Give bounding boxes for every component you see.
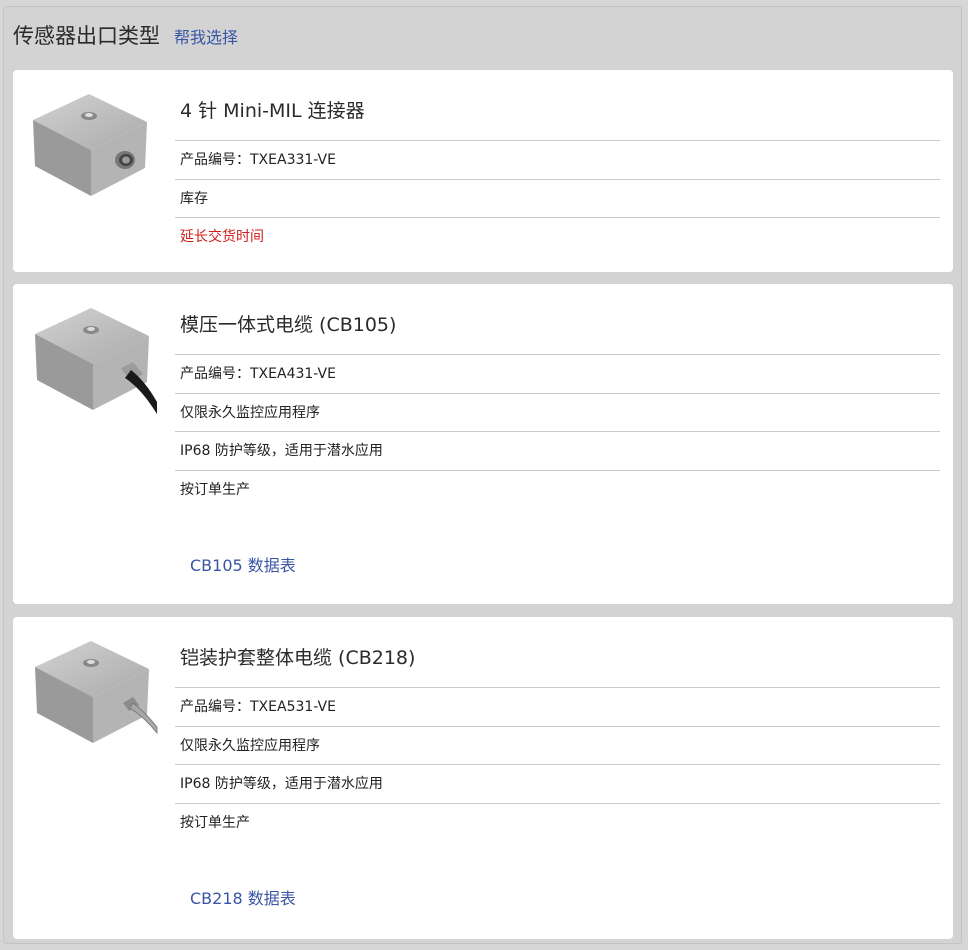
sensor-molded-cable-icon [35,308,157,414]
application-note: 仅限永久监控应用程序 [175,727,940,765]
part-number: 产品编号：TXEA331-VE [175,141,940,180]
page-title: 传感器出口类型 [13,24,160,48]
build-to-order: 按订单生产 [180,481,250,498]
card-details: 模压一体式电缆 (CB105) 产品编号：TXEA431-VE 仅限永久监控应用… [175,284,940,509]
option-card-cb218[interactable]: 铠装护套整体电缆 (CB218) 产品编号：TXEA531-VE 仅限永久监控应… [13,617,953,939]
card-title: 4 针 Mini-MIL 连接器 [175,70,940,141]
application-note: 仅限永久监控应用程序 [175,394,940,432]
cb218-datasheet-link[interactable]: CB218 数据表 [190,885,296,909]
card-title: 模压一体式电缆 (CB105) [175,284,940,355]
part-number: 产品编号：TXEA531-VE [175,688,940,727]
output-type-panel: 传感器出口类型 帮我选择 4 针 Mini-MIL 连接器 产品编号：TXEA3… [3,6,962,944]
ip-rating: IP68 防护等级，适用于潜水应用 [175,432,940,471]
availability: 库存 [175,180,940,218]
sensor-connector-icon [33,94,147,196]
card-title: 铠装护套整体电缆 (CB218) [175,617,940,688]
sensor-armored-cable-icon [35,641,158,743]
panel-header: 传感器出口类型 帮我选择 [13,20,238,54]
build-to-order: 按订单生产 [180,814,250,831]
help-me-choose-link[interactable]: 帮我选择 [174,24,238,48]
ip-rating: IP68 防护等级，适用于潜水应用 [175,765,940,804]
option-card-cb105[interactable]: 模压一体式电缆 (CB105) 产品编号：TXEA431-VE 仅限永久监控应用… [13,284,953,604]
option-card-connector[interactable]: 4 针 Mini-MIL 连接器 产品编号：TXEA331-VE 库存 延长交货… [13,70,953,272]
card-details: 铠装护套整体电缆 (CB218) 产品编号：TXEA531-VE 仅限永久监控应… [175,617,940,842]
lead-time-warning: 延长交货时间 [180,229,264,245]
part-number: 产品编号：TXEA431-VE [175,355,940,394]
card-details: 4 针 Mini-MIL 连接器 产品编号：TXEA331-VE 库存 延长交货… [175,70,940,257]
cb105-datasheet-link[interactable]: CB105 数据表 [190,552,296,576]
